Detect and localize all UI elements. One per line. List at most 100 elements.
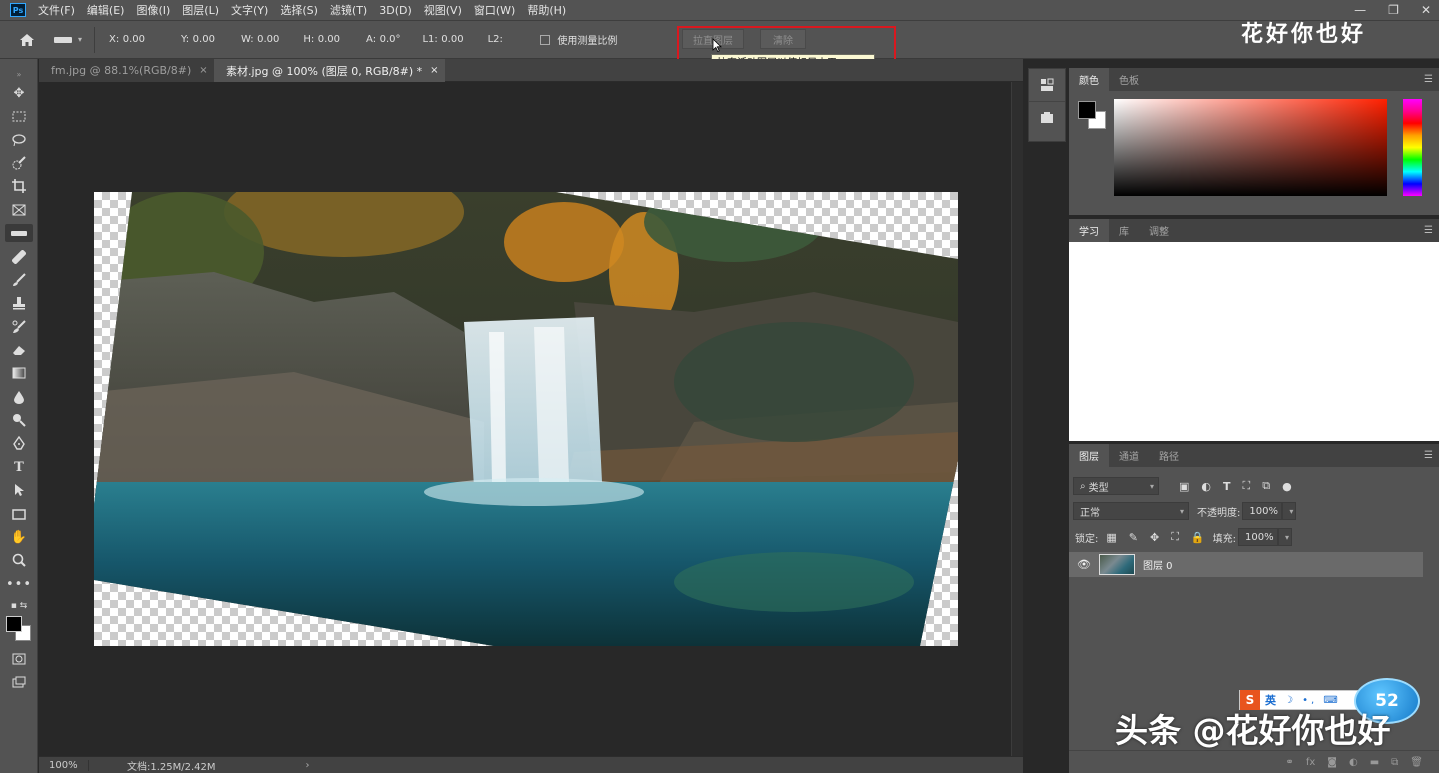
coord-x: X: 0.00 <box>109 34 146 45</box>
healing-brush-tool-icon[interactable] <box>9 248 29 266</box>
fill-dropdown[interactable]: ▾ <box>1278 528 1292 546</box>
vertical-scrollbar[interactable] <box>1011 82 1023 756</box>
tab-libraries[interactable]: 库 <box>1109 219 1139 242</box>
add-mask-icon[interactable]: ◙ <box>1327 757 1337 768</box>
panel-menu-icon[interactable]: ☰ <box>1424 74 1433 85</box>
opacity-label: 不透明度: <box>1197 507 1241 519</box>
lock-artboard-icon[interactable]: ⛶ <box>1171 530 1179 544</box>
lock-pixels-icon[interactable]: ✎ <box>1129 531 1138 544</box>
tab-learn[interactable]: 学习 <box>1069 219 1109 242</box>
quick-mask-icon[interactable] <box>9 650 29 668</box>
menu-image[interactable]: 图像(I) <box>136 2 170 18</box>
adjustment-layer-icon[interactable]: ◐ <box>1349 757 1358 768</box>
tab-paths[interactable]: 路径 <box>1149 444 1189 467</box>
toolbar-grip-icon: » <box>16 69 22 79</box>
menu-edit[interactable]: 编辑(E) <box>87 2 125 18</box>
type-tool-icon[interactable]: T <box>9 458 29 476</box>
home-button[interactable] <box>12 25 42 55</box>
panel-menu-icon[interactable]: ☰ <box>1424 450 1433 461</box>
opacity-input[interactable]: 100% <box>1242 502 1283 520</box>
lock-position-icon[interactable]: ✥ <box>1150 531 1159 544</box>
blur-tool-icon[interactable] <box>9 388 29 406</box>
lock-transparent-icon[interactable]: ▦ <box>1106 531 1116 544</box>
menu-3d[interactable]: 3D(D) <box>379 4 412 17</box>
hue-slider[interactable] <box>1403 99 1422 196</box>
color-panel-tabs: 颜色 色板 ☰ <box>1069 68 1439 91</box>
dock-panel-button-2[interactable] <box>1029 101 1065 133</box>
document-canvas[interactable] <box>94 192 958 646</box>
rectangle-tool-icon[interactable] <box>9 505 29 523</box>
dodge-tool-icon[interactable] <box>9 411 29 429</box>
menu-bar: Ps 文件(F) 编辑(E) 图像(I) 图层(L) 文字(Y) 选择(S) 滤… <box>0 0 1439 20</box>
tool-preset-picker[interactable]: ▾ <box>54 26 96 53</box>
close-icon[interactable]: × <box>199 65 207 76</box>
zoom-level[interactable]: 100% <box>39 759 89 771</box>
filter-type-icon[interactable]: T <box>1223 480 1231 493</box>
menu-file[interactable]: 文件(F) <box>38 2 75 18</box>
tab-channels[interactable]: 通道 <box>1109 444 1149 467</box>
tab-fm-jpg[interactable]: fm.jpg @ 88.1%(RGB/8#) × <box>39 59 214 82</box>
swap-colors-icon[interactable]: ▪ ⇆ <box>9 597 29 615</box>
move-tool-icon[interactable]: ✥ <box>9 84 29 102</box>
trash-icon[interactable]: 🗑 <box>1410 757 1423 768</box>
dock-panel-button-1[interactable] <box>1029 69 1065 101</box>
fill-input[interactable]: 100% <box>1238 528 1278 546</box>
path-selection-tool-icon[interactable] <box>9 481 29 499</box>
lasso-tool-icon[interactable] <box>9 131 29 149</box>
menu-view[interactable]: 视图(V) <box>424 2 462 18</box>
use-measurement-scale-checkbox[interactable] <box>540 34 551 45</box>
panel-foreground-swatch[interactable] <box>1078 101 1096 119</box>
layer-row[interactable]: 👁 图层 0 <box>1069 552 1423 577</box>
menu-filter[interactable]: 滤镜(T) <box>330 2 367 18</box>
menu-select[interactable]: 选择(S) <box>280 2 318 18</box>
filter-shape-icon[interactable]: ⛶ <box>1243 479 1251 493</box>
properties-icon <box>1041 78 1054 91</box>
close-icon[interactable]: × <box>430 65 438 76</box>
opacity-dropdown[interactable]: ▾ <box>1282 502 1297 520</box>
new-group-icon[interactable]: ▬ <box>1370 757 1379 768</box>
tab-swatches[interactable]: 色板 <box>1109 68 1149 91</box>
more-tools-icon[interactable]: ••• <box>6 575 31 593</box>
filter-pixel-icon[interactable]: ▣ <box>1179 480 1189 493</box>
clone-stamp-tool-icon[interactable] <box>9 294 29 312</box>
menu-layer[interactable]: 图层(L) <box>182 2 219 18</box>
restore-button[interactable]: ❐ <box>1388 3 1399 17</box>
menu-type[interactable]: 文字(Y) <box>231 2 268 18</box>
minimize-button[interactable]: — <box>1354 3 1366 17</box>
tab-adjustments[interactable]: 调整 <box>1139 219 1179 242</box>
frame-tool-icon[interactable] <box>9 201 29 219</box>
filter-smart-object-icon[interactable]: ⧉ <box>1262 479 1270 493</box>
filter-toggle-icon[interactable]: ● <box>1282 480 1292 493</box>
zoom-tool-icon[interactable] <box>9 551 29 569</box>
layer-style-icon[interactable]: fx <box>1306 757 1315 768</box>
foreground-color-swatch[interactable] <box>6 616 22 632</box>
marquee-tool-icon[interactable] <box>9 107 29 125</box>
lock-all-icon[interactable]: 🔒 <box>1191 531 1205 544</box>
screen-mode-icon[interactable] <box>9 673 29 691</box>
tab-color[interactable]: 颜色 <box>1069 68 1109 91</box>
layer-filter-dropdown[interactable]: ⌕ 类型 ▾ <box>1073 477 1159 495</box>
color-picker-field[interactable] <box>1114 99 1387 196</box>
status-menu-arrow[interactable]: › <box>306 760 310 771</box>
filter-adjustment-icon[interactable]: ◐ <box>1201 480 1211 493</box>
gradient-tool-icon[interactable] <box>9 364 29 382</box>
close-button[interactable]: ✕ <box>1421 3 1431 17</box>
ruler-tool-icon[interactable] <box>5 224 33 242</box>
layer-name[interactable]: 图层 0 <box>1143 557 1173 572</box>
brush-tool-icon[interactable] <box>9 271 29 289</box>
tab-layers[interactable]: 图层 <box>1069 444 1109 467</box>
hand-tool-icon[interactable]: ✋ <box>9 528 29 546</box>
menu-help[interactable]: 帮助(H) <box>527 2 566 18</box>
blend-mode-dropdown[interactable]: 正常 ▾ <box>1073 502 1189 520</box>
link-layers-icon[interactable]: ⚭ <box>1285 757 1293 768</box>
eraser-tool-icon[interactable] <box>9 341 29 359</box>
crop-tool-icon[interactable] <box>9 177 29 195</box>
new-layer-icon[interactable]: ⧉ <box>1391 757 1398 768</box>
history-brush-tool-icon[interactable] <box>9 318 29 336</box>
quick-selection-tool-icon[interactable] <box>9 154 29 172</box>
tab-sucai-jpg[interactable]: 素材.jpg @ 100% (图层 0, RGB/8#) * × <box>214 59 445 82</box>
pen-tool-icon[interactable] <box>9 434 29 452</box>
visibility-eye-icon[interactable]: 👁 <box>1069 558 1099 571</box>
panel-menu-icon[interactable]: ☰ <box>1424 225 1433 236</box>
menu-window[interactable]: 窗口(W) <box>474 2 515 18</box>
